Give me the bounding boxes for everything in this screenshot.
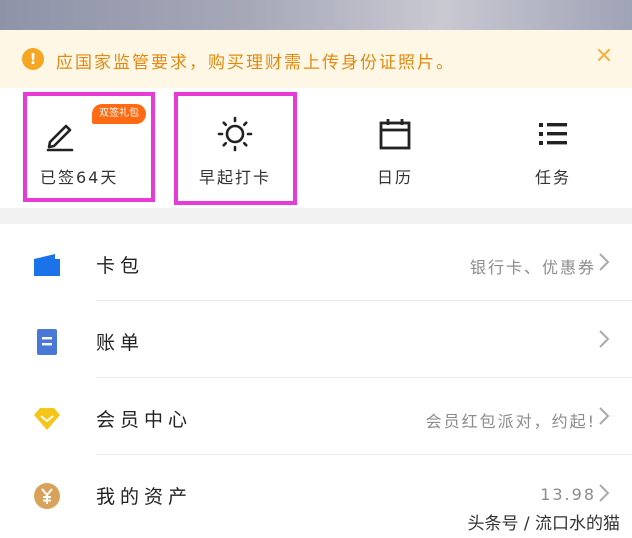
menu-item-label: 卡包 (96, 255, 145, 277)
menu-item-sub: 银行卡、优惠券 (469, 258, 596, 277)
menu-item-sub: 会员红包派对，约起! (425, 412, 596, 431)
menu-item-label: 我的资产 (96, 486, 193, 508)
quick-tasks[interactable]: 任务 (488, 88, 618, 206)
menu-item-label: 会员中心 (96, 409, 193, 431)
member-diamond-icon (34, 408, 60, 430)
quick-calendar[interactable]: 日历 (330, 88, 460, 206)
menu-item-bill[interactable]: 账单 (0, 301, 632, 378)
quick-tasks-label: 任务 (534, 168, 571, 187)
menu-list: 卡包 银行卡、优惠券 账单 会员中心 会员红包派对，约起! 我的资产 13.98 (0, 224, 632, 538)
section-gap (0, 208, 632, 224)
top-banner-strip (0, 0, 632, 30)
yuan-coin-icon (34, 483, 60, 509)
calendar-icon (379, 119, 411, 150)
menu-item-card-wallet[interactable]: 卡包 银行卡、优惠券 (0, 224, 632, 301)
list-icon (539, 123, 567, 145)
card-wallet-icon (34, 254, 60, 276)
highlight-box-early-rise (174, 92, 297, 205)
notice-bar: ! 应国家监管要求，购买理财需上传身份证照片。 ✕ (0, 30, 632, 88)
chevron-right-icon (599, 484, 610, 502)
menu-item-member-center[interactable]: 会员中心 会员红包派对，约起! (0, 378, 632, 455)
highlight-box-sign-in (23, 92, 155, 202)
chevron-right-icon (599, 330, 610, 348)
menu-item-label: 账单 (96, 332, 145, 354)
bill-icon (37, 329, 57, 355)
watermark-text: 头条号 / 流口水的猫 (467, 514, 620, 534)
exclamation-icon: ! (22, 48, 44, 70)
close-icon[interactable]: ✕ (592, 45, 616, 69)
chevron-right-icon (599, 407, 610, 425)
chevron-right-icon (599, 253, 610, 271)
notice-text: 应国家监管要求，购买理财需上传身份证照片。 (56, 53, 455, 73)
quick-calendar-label: 日历 (376, 168, 413, 187)
menu-item-sub: 13.98 (540, 485, 596, 504)
